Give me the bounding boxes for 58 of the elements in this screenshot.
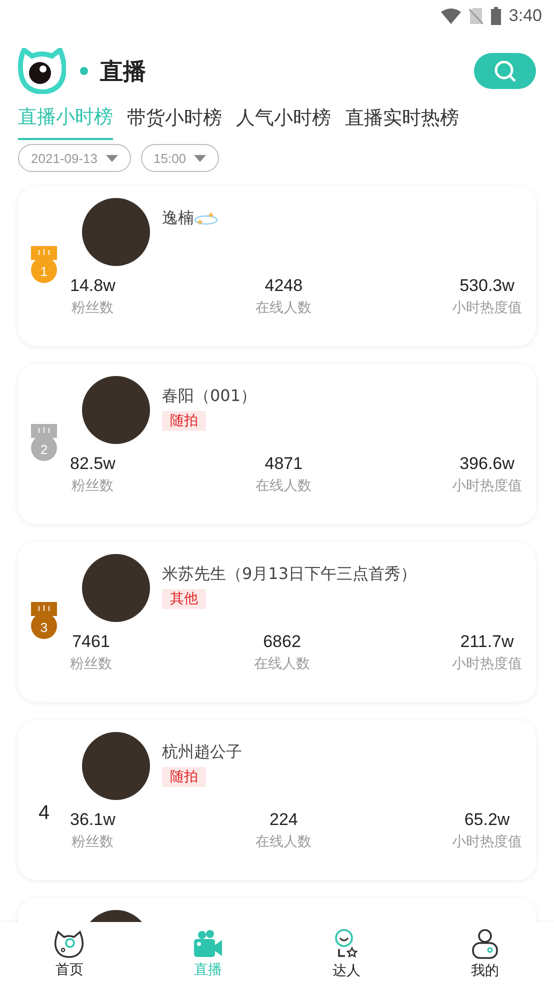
stat-value: 530.3w bbox=[460, 276, 514, 296]
streamer-card[interactable]: 3 米苏先生（9月13日下午三点首秀） 其他 7461 粉丝数 6862 在线人数 211.7w 小时热度值 bbox=[18, 542, 536, 702]
stat-value: 65.2w bbox=[464, 810, 510, 830]
stat-value: 82.5w bbox=[70, 454, 116, 474]
stat-label: 在线人数 bbox=[256, 833, 312, 851]
stat-label: 粉丝数 bbox=[72, 833, 114, 851]
nav-tab[interactable]: 达人 bbox=[277, 922, 416, 986]
stat-value: 4248 bbox=[264, 276, 303, 296]
caret-icon bbox=[194, 154, 206, 162]
stat-value: 396.6w bbox=[460, 454, 514, 474]
stat-label: 在线人数 bbox=[254, 655, 310, 673]
stat-value: 36.1w bbox=[70, 810, 116, 830]
stat-value: 6862 bbox=[263, 632, 301, 652]
streamer-name: 春阳（001） bbox=[162, 386, 257, 407]
stat-label: 小时热度值 bbox=[452, 833, 522, 851]
stat-label: 粉丝数 bbox=[72, 477, 114, 495]
streamer-card[interactable]: 4 杭州趙公子 随拍 36.1w 粉丝数 224 在线人数 65.2w 小时热度值 bbox=[18, 720, 536, 880]
rank-number: 2 bbox=[40, 442, 48, 456]
cat-face-icon bbox=[54, 930, 84, 958]
no-sim-icon bbox=[468, 7, 483, 25]
streamer-card[interactable]: 1 逸楠 14.8w 粉丝数 4248 在线人数 530.3w 小时热度值 bbox=[18, 186, 536, 346]
category-tag: 随拍 bbox=[162, 411, 206, 431]
stat-value: 211.7w bbox=[460, 632, 514, 652]
streamer-name: 米苏先生（9月13日下午三点首秀） bbox=[162, 564, 417, 585]
stat-value: 14.8w bbox=[70, 276, 116, 296]
stat-label: 粉丝数 bbox=[70, 655, 112, 673]
nav-tab[interactable]: 我的 bbox=[416, 922, 554, 986]
rank-number: 1 bbox=[40, 264, 48, 278]
streamer-name: 逸楠 bbox=[162, 208, 194, 229]
nav-tab[interactable]: 首页 bbox=[0, 922, 138, 986]
streamer-card[interactable]: 2 春阳（001） 随拍 82.5w 粉丝数 4871 在线人数 396.6w 小时热度值 bbox=[18, 364, 536, 524]
stat-label: 小时热度值 bbox=[452, 477, 522, 495]
status-time: 3:40 bbox=[508, 6, 542, 26]
battery-icon bbox=[490, 7, 501, 25]
rank-number: 4 bbox=[38, 802, 50, 824]
video-camera-icon bbox=[192, 930, 223, 958]
rank-number: 3 bbox=[40, 620, 48, 634]
stat-value: 224 bbox=[270, 810, 298, 830]
streamer-name: 杭州趙公子 bbox=[162, 742, 242, 763]
search-icon bbox=[493, 59, 517, 83]
wifi-icon bbox=[440, 8, 461, 24]
ranking-tab[interactable]: 直播实时热榜 bbox=[345, 102, 459, 140]
stat-label: 在线人数 bbox=[256, 477, 312, 495]
caret-icon bbox=[106, 154, 118, 162]
stat-value: 7461 bbox=[72, 632, 110, 652]
ranking-tab[interactable]: 人气小时榜 bbox=[236, 102, 331, 140]
user-icon bbox=[470, 928, 500, 958]
dot-icon bbox=[80, 67, 88, 75]
stat-label: 小时热度值 bbox=[452, 299, 522, 317]
stat-label: 小时热度值 bbox=[452, 655, 522, 673]
page-title: 直播 bbox=[100, 58, 146, 86]
category-tag: 其他 bbox=[162, 589, 206, 609]
cat-eye-logo-icon bbox=[18, 48, 66, 94]
stat-value: 4871 bbox=[264, 454, 303, 474]
stat-label: 在线人数 bbox=[256, 299, 312, 317]
category-tag: 随拍 bbox=[162, 767, 206, 787]
stat-label: 粉丝数 bbox=[72, 299, 114, 317]
ranking-tab[interactable]: 带货小时榜 bbox=[127, 102, 222, 140]
